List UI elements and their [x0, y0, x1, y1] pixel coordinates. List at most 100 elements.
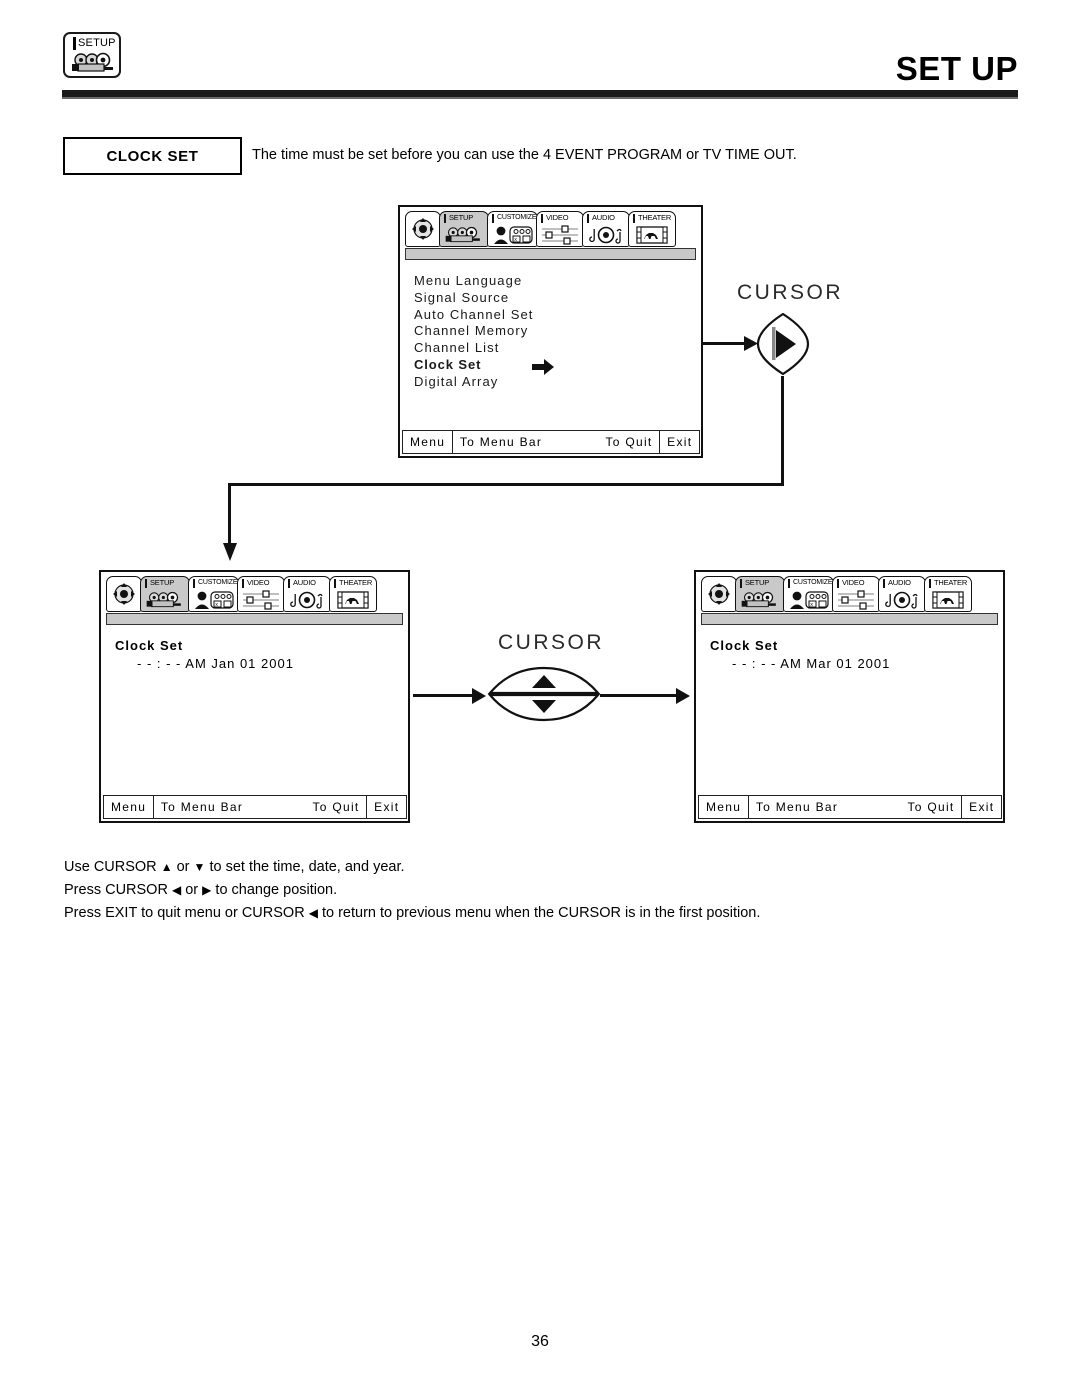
footer-menu[interactable]: Menu: [698, 795, 750, 819]
section-intro-text: The time must be set before you can use …: [252, 147, 797, 163]
tab-tick-setup: [444, 214, 447, 223]
sliders-icon: [243, 589, 279, 610]
cursor-updown-button-icon[interactable]: [486, 666, 602, 722]
camcorder-icon: [72, 52, 113, 72]
header-badge-label: SETUP: [78, 37, 116, 49]
footer-to-menu-bar-cell[interactable]: To Menu Bar To Quit: [747, 795, 963, 819]
tab-customize-art: x: [193, 588, 235, 611]
osd-screen-clock-set-mar[interactable]: SETUP CUSTOMIZE x VIDEO AUDIO THEATER Cl…: [694, 570, 1005, 823]
osd-tab-list-left: SETUP CUSTOMIZE x VIDEO AUDIO THEATER: [106, 576, 377, 612]
film-horse-icon: [932, 590, 964, 609]
osd-tabbar: SETUP CUSTOMIZE x VIDEO AUDIO THEATER: [400, 207, 701, 260]
tab-tick-setup: [145, 579, 148, 588]
footer-to-quit: To Quit: [907, 800, 955, 814]
instruction-1-c: to set the time, date, and year.: [205, 859, 405, 875]
cursor-right-label: CURSOR: [737, 281, 844, 304]
footer-to-menu-bar-cell[interactable]: To Menu Bar To Quit: [451, 430, 661, 454]
person-icon: x: [194, 590, 234, 609]
tab-label-audio: AUDIO: [888, 578, 911, 587]
dpad-icon: [113, 583, 135, 605]
tab-theater[interactable]: THEATER: [924, 576, 972, 612]
connector-updown-to-right-screen: [600, 694, 682, 697]
osd-clock-right-body: Clock Set - - : - - AM Mar 01 2001: [696, 628, 1003, 791]
tab-video-art: [836, 588, 876, 611]
tab-label-video: VIDEO: [247, 578, 270, 587]
tab-setup[interactable]: SETUP: [735, 576, 785, 612]
menu-item-menu-language[interactable]: Menu Language: [414, 273, 687, 290]
tab-nav-pad[interactable]: [701, 576, 737, 612]
tab-tick-audio: [587, 214, 590, 223]
cursor-right-button-icon[interactable]: [756, 313, 810, 375]
tab-nav-pad[interactable]: [106, 576, 142, 612]
tab-theater[interactable]: THEATER: [628, 211, 676, 247]
tab-video[interactable]: VIDEO: [536, 211, 584, 247]
connector-horizontal-long: [228, 483, 784, 486]
tab-audio[interactable]: AUDIO: [582, 211, 630, 247]
osd-clock-right-footer: Menu To Menu Bar To Quit Exit: [698, 795, 1003, 819]
badge-tick: [73, 37, 76, 50]
tab-customize[interactable]: CUSTOMIZE x: [783, 576, 834, 612]
footer-exit[interactable]: Exit: [366, 795, 408, 819]
osd-subbar-left: [106, 613, 403, 625]
menu-item-digital-array[interactable]: Digital Array: [414, 374, 687, 391]
menu-item-signal-source[interactable]: Signal Source: [414, 290, 687, 307]
tab-theater[interactable]: THEATER: [329, 576, 377, 612]
footer-exit[interactable]: Exit: [961, 795, 1003, 819]
tab-label-audio: AUDIO: [293, 578, 316, 587]
film-horse-icon: [636, 225, 668, 244]
clock-set-title: Clock Set: [710, 638, 779, 653]
osd-subbar-right: [701, 613, 998, 625]
clock-set-value[interactable]: - - : - - AM Mar 01 2001: [732, 656, 989, 671]
camcorder-icon: [146, 591, 181, 607]
tab-audio[interactable]: AUDIO: [878, 576, 926, 612]
cursor-up-arrow-icon: ▲: [160, 860, 173, 874]
header-rule: [62, 90, 1018, 99]
tab-setup[interactable]: SETUP: [140, 576, 190, 612]
clock-set-title: Clock Set: [115, 638, 184, 653]
tab-customize[interactable]: CUSTOMIZE x: [188, 576, 239, 612]
footer-menu[interactable]: Menu: [402, 430, 454, 454]
tab-theater-art: [932, 588, 964, 611]
tab-tick-customize: [788, 579, 791, 588]
tab-customize[interactable]: CUSTOMIZE x: [487, 211, 538, 247]
clock-set-value[interactable]: - - : - - AM Jan 01 2001: [137, 656, 394, 671]
tab-audio[interactable]: AUDIO: [283, 576, 331, 612]
tab-video-art: [540, 223, 580, 246]
footer-to-menu-bar: To Menu Bar: [459, 435, 543, 449]
cursor-left-arrow-icon-2: ◀: [308, 906, 318, 920]
section-label-clock-set: CLOCK SET: [63, 137, 242, 175]
tab-audio-art: [287, 588, 327, 611]
footer-to-menu-bar: To Menu Bar: [755, 800, 839, 814]
menu-item-channel-list[interactable]: Channel List: [414, 340, 687, 357]
header-setup-badge: SETUP: [63, 32, 121, 78]
tab-setup[interactable]: SETUP: [439, 211, 489, 247]
footer-to-quit: To Quit: [312, 800, 360, 814]
menu-item-channel-memory[interactable]: Channel Memory: [414, 323, 687, 340]
tab-tick-theater: [334, 579, 337, 588]
footer-menu[interactable]: Menu: [103, 795, 155, 819]
tab-video[interactable]: VIDEO: [237, 576, 285, 612]
footer-exit[interactable]: Exit: [659, 430, 701, 454]
osd-screen-clock-set-jan[interactable]: SETUP CUSTOMIZE x VIDEO AUDIO THEATER Cl…: [99, 570, 410, 823]
tab-nav-art: [111, 577, 137, 611]
tab-label-setup: SETUP: [150, 578, 175, 587]
tab-video[interactable]: VIDEO: [832, 576, 880, 612]
tab-tick-audio: [883, 579, 886, 588]
footer-to-menu-bar: To Menu Bar: [160, 800, 244, 814]
tab-nav-pad[interactable]: [405, 211, 441, 247]
footer-to-menu-bar-cell[interactable]: To Menu Bar To Quit: [152, 795, 368, 819]
tab-tick-audio: [288, 579, 291, 588]
tab-label-customize: CUSTOMIZE: [198, 579, 238, 586]
tab-tick-customize: [492, 214, 495, 223]
menu-item-auto-channel-set[interactable]: Auto Channel Set: [414, 307, 687, 324]
instruction-2-c: to change position.: [211, 882, 338, 898]
tab-label-theater: THEATER: [934, 578, 968, 587]
tab-theater-art: [337, 588, 369, 611]
osd-screen-setup-menu[interactable]: SETUP CUSTOMIZE x VIDEO AUDIO THEATER Me…: [398, 205, 703, 458]
instruction-line-2: Press CURSOR ◀ or ▶ to change position.: [64, 879, 760, 902]
instruction-line-1: Use CURSOR ▲ or ▼ to set the time, date,…: [64, 856, 760, 879]
connector-arrowhead-down: [223, 543, 237, 561]
svg-text:x: x: [514, 237, 517, 243]
tab-nav-art: [706, 577, 732, 611]
tab-nav-art: [410, 212, 436, 246]
